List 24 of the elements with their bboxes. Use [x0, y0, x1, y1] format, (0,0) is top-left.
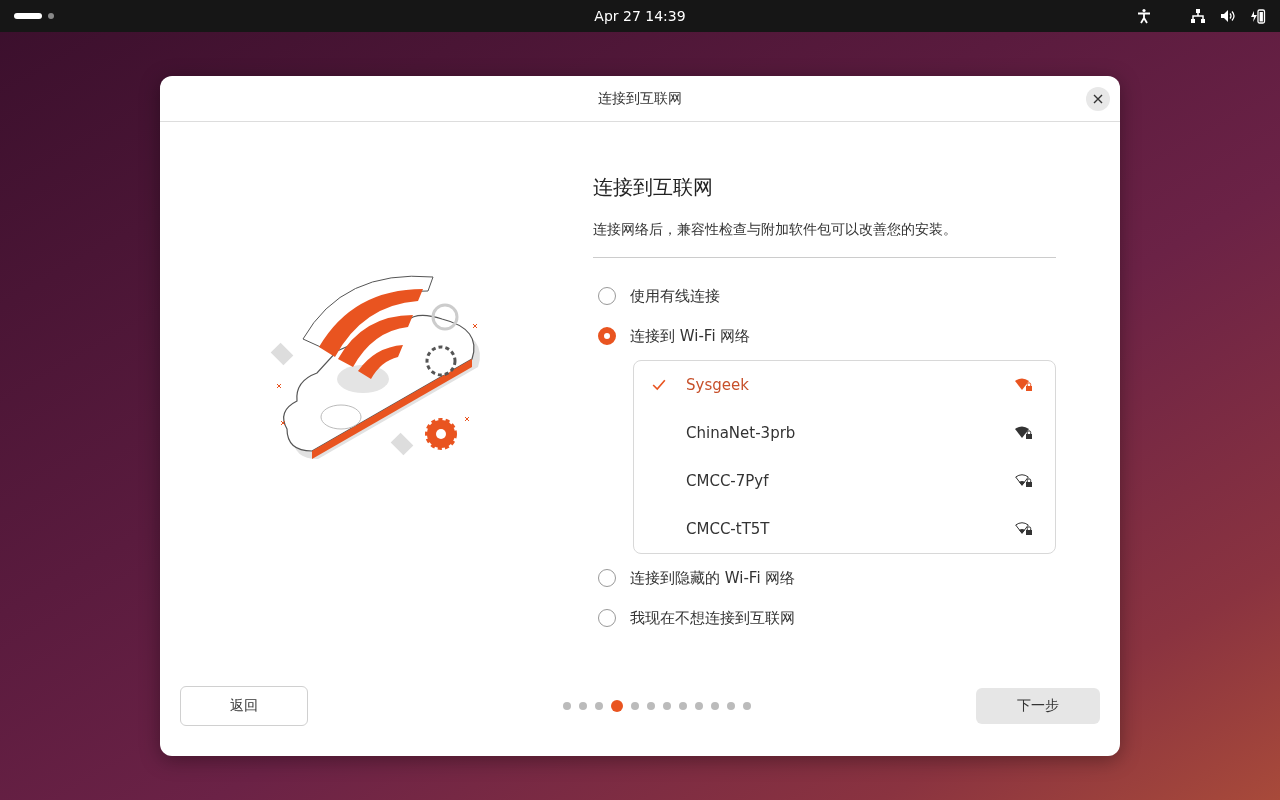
page-description: 连接网络后，兼容性检查与附加软件包可以改善您的安装。 — [593, 221, 958, 239]
battery-icon[interactable] — [1250, 8, 1266, 24]
network-icon[interactable] — [1190, 8, 1206, 24]
back-button[interactable]: 返回 — [180, 686, 308, 726]
wifi-network-item[interactable]: CMCC-tT5T — [634, 505, 1055, 553]
wifi-network-item[interactable]: Sysgeek — [634, 361, 1055, 409]
dialog-title: 连接到互联网 — [598, 89, 682, 108]
workspace-indicator[interactable] — [14, 13, 42, 19]
wifi-network-item[interactable]: CMCC-7Pyf — [634, 457, 1055, 505]
radio-button[interactable] — [598, 327, 616, 345]
radio-option[interactable]: 连接到 Wi-Fi 网络 — [598, 316, 1056, 356]
close-button[interactable] — [1086, 87, 1110, 111]
page-heading: 连接到互联网 — [593, 174, 714, 201]
radio-option[interactable]: 连接到隐藏的 Wi-Fi 网络 — [598, 558, 1056, 598]
volume-icon[interactable] — [1220, 8, 1236, 24]
next-button[interactable]: 下一步 — [976, 688, 1100, 724]
accessibility-icon[interactable] — [1136, 8, 1152, 24]
clock[interactable]: Apr 27 14:39 — [594, 8, 686, 24]
radio-option[interactable]: 我现在不想连接到互联网 — [598, 598, 1056, 638]
checkmark-icon — [652, 379, 666, 391]
radio-option[interactable]: 使用有线连接 — [598, 276, 1056, 316]
close-icon — [1093, 94, 1103, 104]
wifi-network-item[interactable]: ChinaNet-3prb — [634, 409, 1055, 457]
workspace-indicator[interactable] — [48, 13, 54, 19]
